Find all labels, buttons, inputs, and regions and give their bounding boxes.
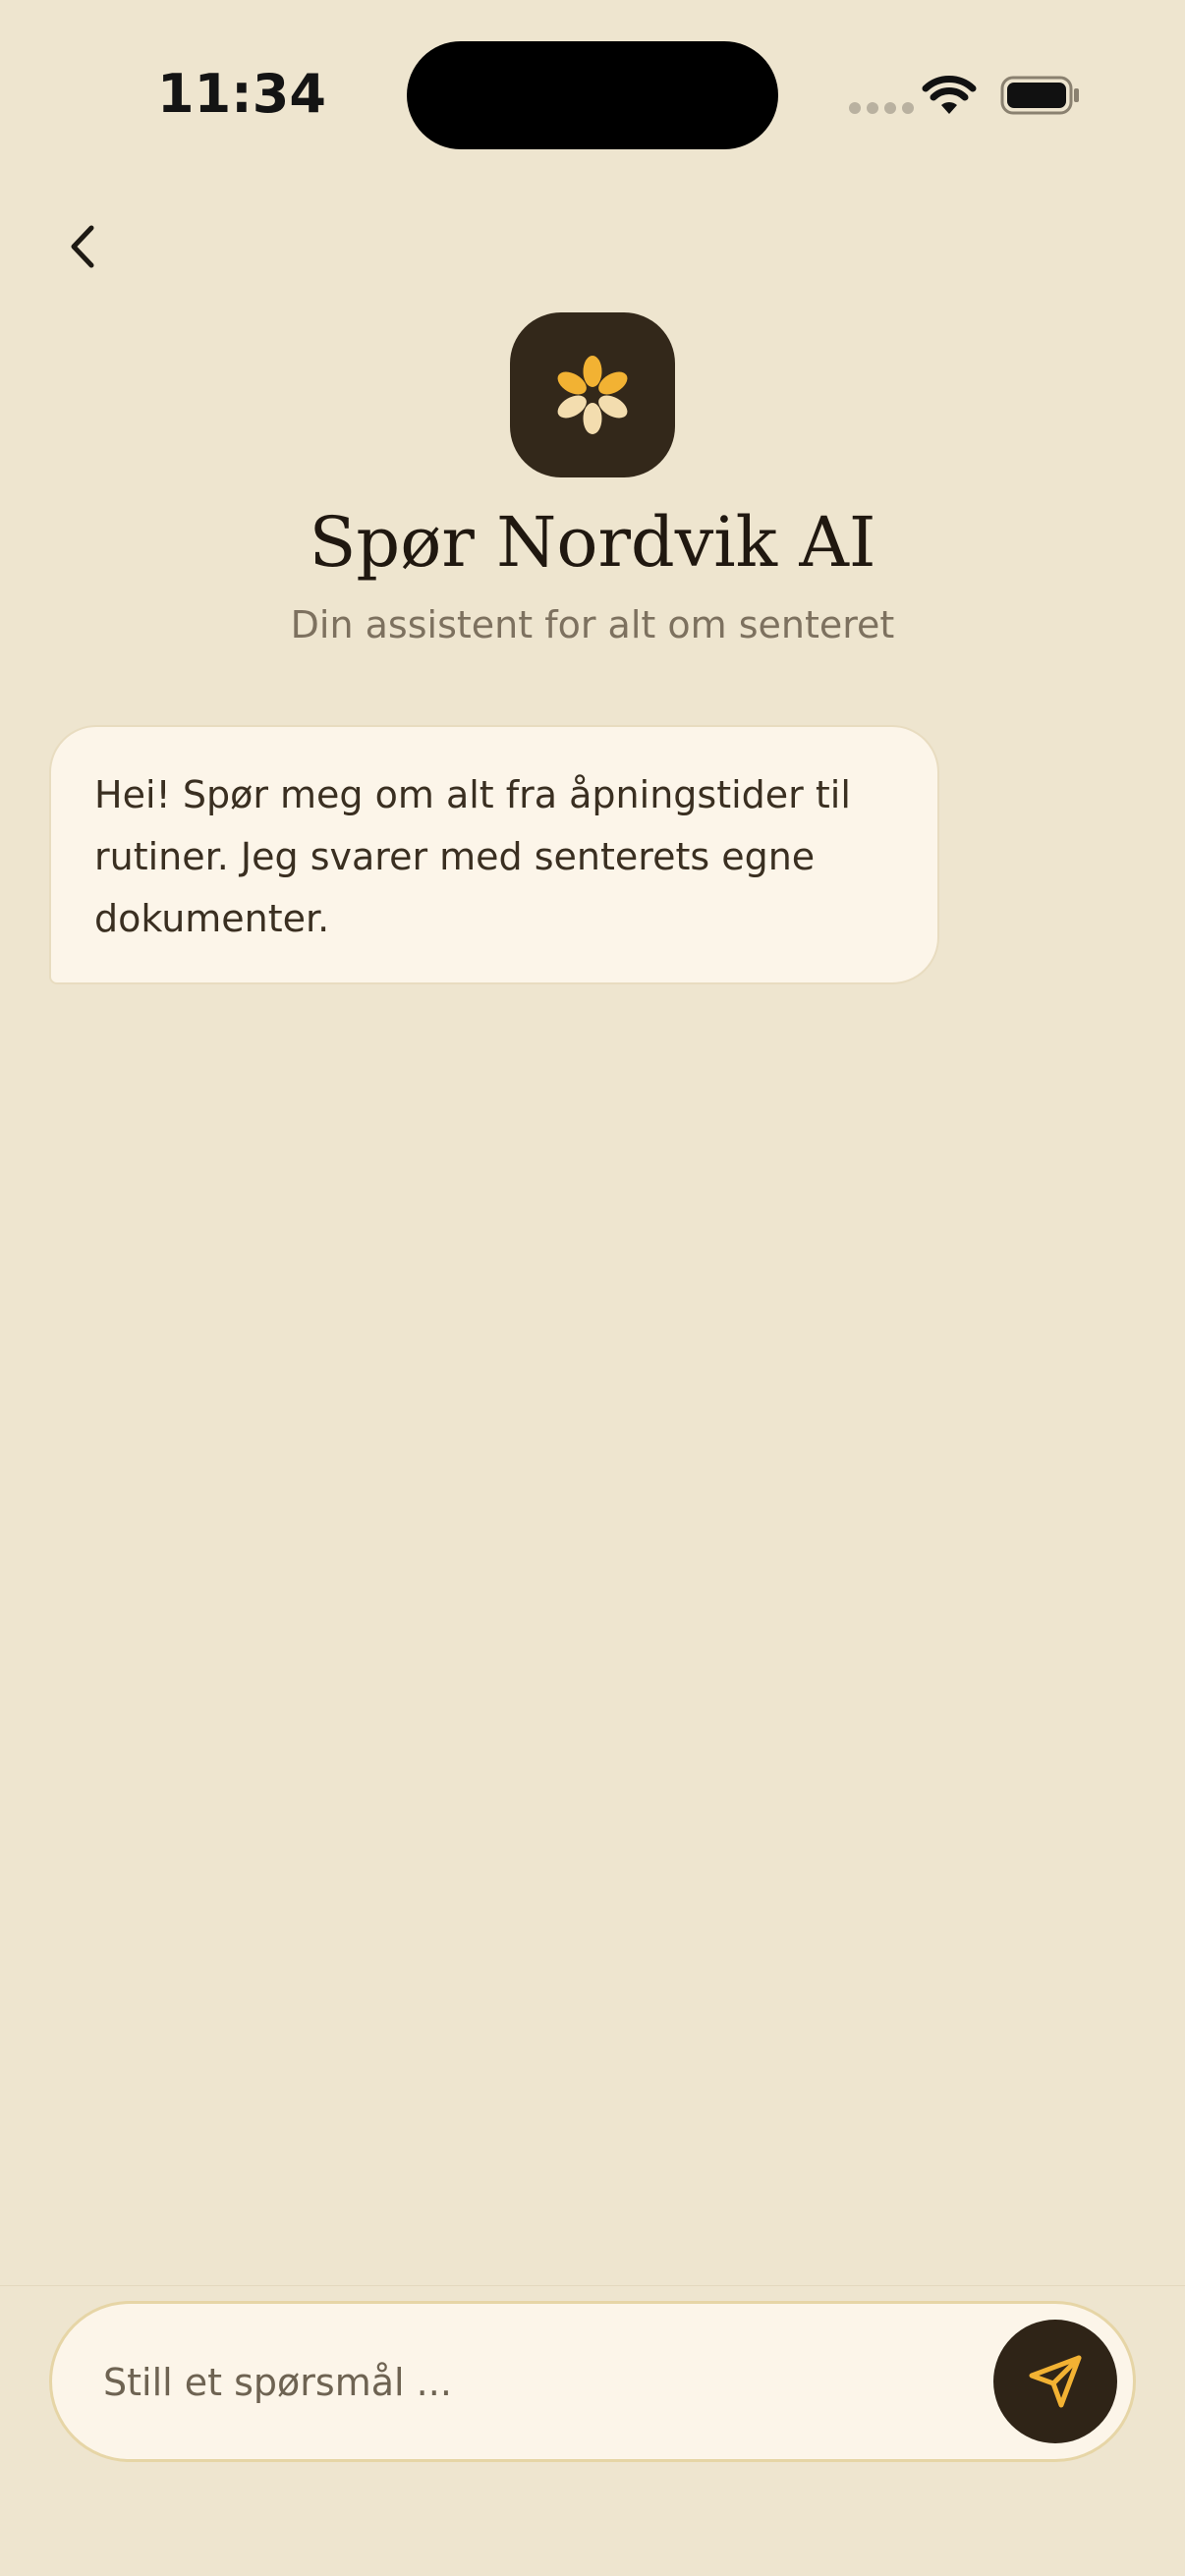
dynamic-island <box>407 41 778 149</box>
battery-icon <box>1000 76 1079 115</box>
chevron-left-icon <box>71 225 94 268</box>
app-logo <box>510 312 675 477</box>
send-icon <box>1029 2355 1082 2408</box>
composer-divider <box>0 2285 1185 2286</box>
signal-dots-icon <box>849 102 914 114</box>
back-button[interactable] <box>55 216 110 277</box>
send-button[interactable] <box>993 2320 1117 2443</box>
message-composer <box>49 2301 1136 2462</box>
status-bar: 11:34 <box>0 0 1185 187</box>
wifi-icon <box>922 76 977 114</box>
assistant-message: Hei! Spør meg om alt fra åpningstider ti… <box>49 725 939 984</box>
page-subtitle: Din assistent for alt om senteret <box>290 603 895 646</box>
status-time: 11:34 <box>157 63 326 125</box>
page-title: Spør Nordvik AI <box>309 502 876 583</box>
flower-icon <box>557 356 628 434</box>
question-input[interactable] <box>103 2345 988 2420</box>
